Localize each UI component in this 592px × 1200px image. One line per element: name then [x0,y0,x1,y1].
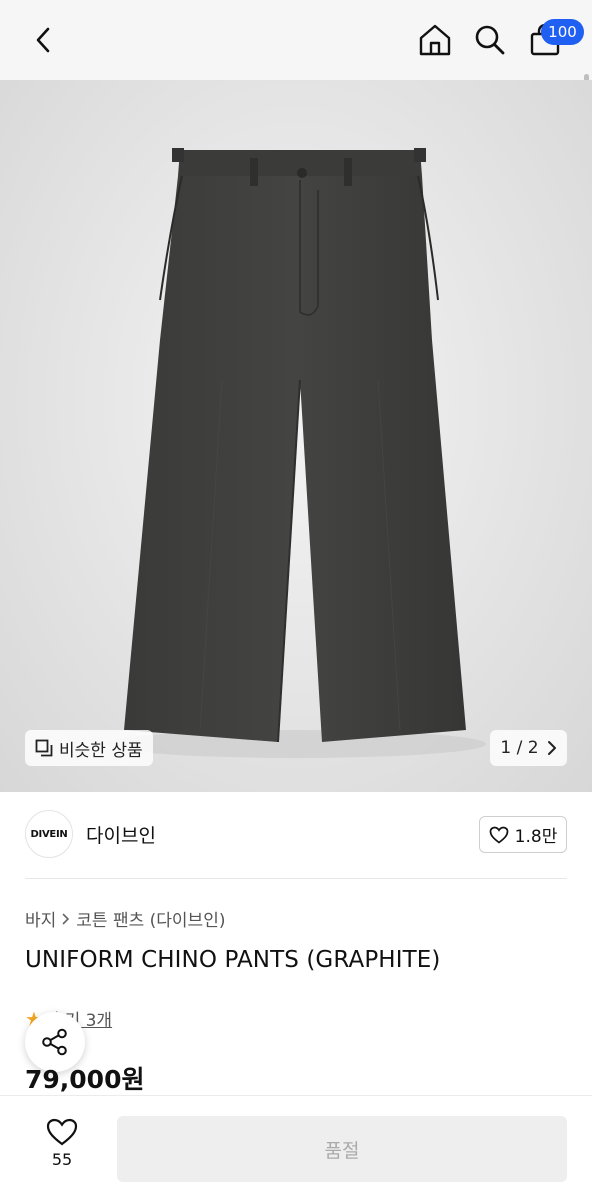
chevron-left-icon [36,27,50,53]
product-image [106,148,486,758]
chevron-right-icon [547,741,556,755]
section-divider [25,878,567,879]
similar-products-label: 비슷한 상품 [59,740,143,761]
image-pager-button[interactable]: 1 / 2 [490,730,567,766]
heart-outline-icon [489,826,509,844]
brand-like-button[interactable]: 1.8만 [479,816,567,853]
chevron-right-icon [62,913,70,924]
sold-out-button[interactable]: 품절 [117,1116,567,1182]
search-button[interactable] [468,18,512,62]
share-icon [42,1028,67,1056]
cart-count-badge: 100 [541,19,584,45]
product-title: UNIFORM CHINO PANTS (GRAPHITE) [25,947,441,973]
breadcrumb: 바지 코튼 팬츠 (다이브인) [25,906,225,931]
breadcrumb-subcategory[interactable]: 코튼 팬츠 (다이브인) [76,906,225,931]
bottom-action-bar: 55 품절 [0,1095,592,1200]
brand-logo-text: DIVEIN [30,828,68,840]
similar-products-button[interactable]: 비슷한 상품 [25,730,153,766]
home-icon [419,24,451,56]
brand-logo[interactable]: DIVEIN [25,810,73,858]
page-indicator: 1 / 2 [500,738,539,758]
copy-icon [35,739,53,757]
search-icon [475,25,505,55]
back-button[interactable] [22,18,66,62]
brand-like-count: 1.8만 [514,827,558,847]
breadcrumb-category[interactable]: 바지 [25,906,56,931]
wishlist-button[interactable]: 55 [32,1118,92,1178]
heart-outline-icon [46,1118,78,1146]
wishlist-count: 55 [51,1150,73,1169]
product-image-gallery[interactable]: 비슷한 상품 1 / 2 [0,80,592,792]
product-price: 79,000원 [25,1065,145,1094]
home-button[interactable] [413,18,457,62]
top-navigation-bar: 100 [0,0,592,80]
brand-name[interactable]: 다이브인 [86,821,156,848]
brand-row: DIVEIN 다이브인 1.8만 [0,792,592,878]
